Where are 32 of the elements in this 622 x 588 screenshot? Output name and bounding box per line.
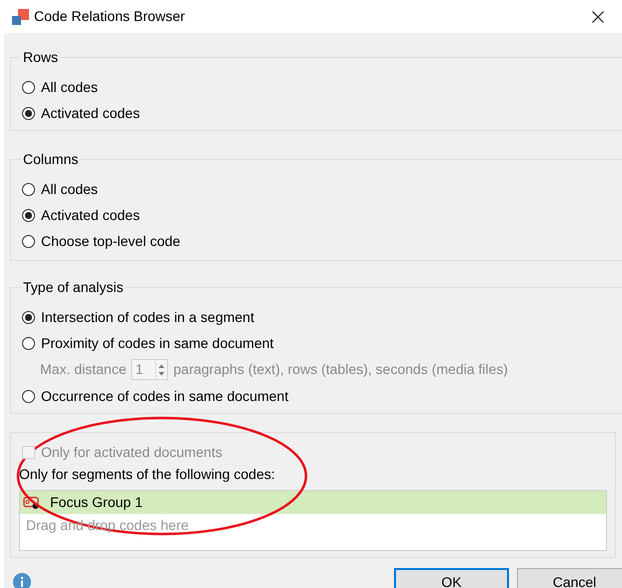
radio-button[interactable] — [22, 106, 35, 120]
dialog-button[interactable]: OK — [394, 568, 509, 588]
radio-button[interactable] — [22, 390, 35, 402]
group-title: Type of analysis — [22, 278, 124, 297]
radio-button[interactable] — [22, 80, 35, 94]
info-icon[interactable] — [13, 573, 31, 588]
dialog-button[interactable]: Cancel — [517, 568, 622, 588]
radio-button[interactable] — [22, 182, 35, 196]
app-logo-icon — [12, 8, 29, 24]
radio-label[interactable]: Choose top-level code — [41, 230, 180, 252]
radio-label[interactable]: Occurrence of codes in same document — [41, 386, 288, 406]
group-title: Rows — [22, 48, 60, 67]
spin-arrows-icon[interactable] — [155, 360, 168, 379]
radio-label[interactable]: Intersection of codes in a segment — [41, 306, 254, 328]
radio-label[interactable]: All codes — [41, 178, 98, 200]
distance-unit: paragraphs (text), rows (tables), seconds (media files) — [173, 360, 508, 379]
code-tag-icon — [23, 496, 41, 510]
window-title: Code Relations Browser — [34, 7, 185, 26]
radio-button[interactable] — [22, 310, 35, 324]
radio-button[interactable] — [22, 234, 35, 248]
radio-button[interactable] — [22, 336, 35, 350]
section-label: Only for segments of the following codes: — [19, 465, 276, 483]
radio-label[interactable]: Activated codes — [41, 102, 140, 124]
code-name: Focus Group 1 — [50, 493, 143, 512]
group-title: Columns — [22, 150, 80, 169]
distance-label: Max. distance — [40, 360, 126, 379]
radio-button[interactable] — [22, 208, 35, 222]
radio-label[interactable]: Activated codes — [41, 204, 140, 226]
radio-label[interactable]: All codes — [41, 76, 98, 98]
close-icon[interactable] — [592, 10, 604, 22]
code-list-item[interactable]: Focus Group 1 — [20, 491, 606, 514]
radio-label[interactable]: Proximity of codes in same document — [41, 332, 274, 354]
